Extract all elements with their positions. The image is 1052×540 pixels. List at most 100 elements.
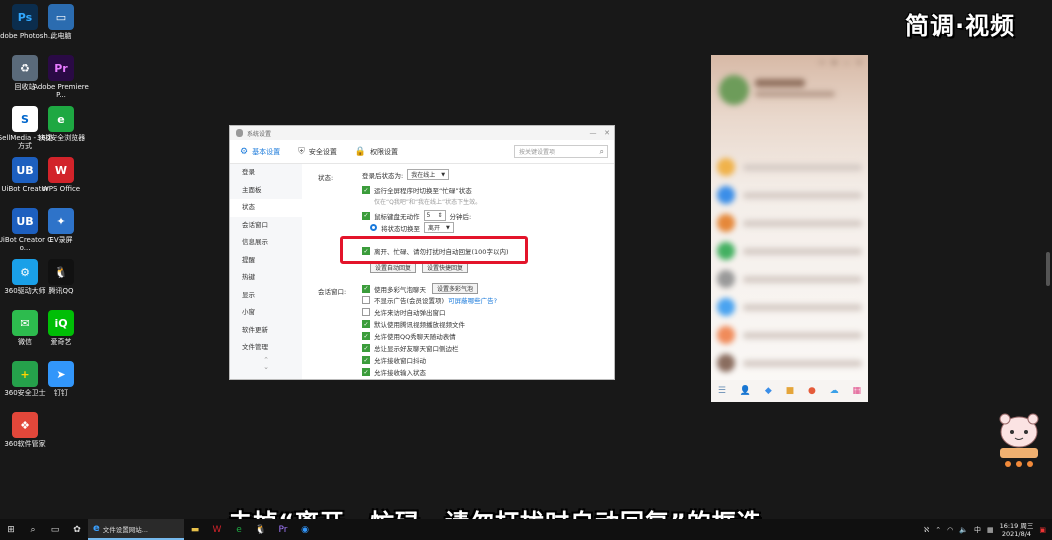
mail-icon[interactable]: ✉ [831,59,837,67]
chat-option-row[interactable]: ✓ 允许接收输入状态 [362,367,600,377]
desktop-icon-label: WPS Office [41,185,81,193]
chat-option-row[interactable]: ✓ 总让显示好友聊天窗口侧边栏 [362,343,600,353]
sidebar-item[interactable]: 会话窗口 [230,217,302,235]
minimize-button[interactable]: — [586,129,600,137]
app-icon[interactable]: ◆ [765,386,772,396]
apps-grid-icon[interactable]: ▦ [852,386,861,396]
file-icon[interactable]: ■ [786,386,795,396]
desktop-icon[interactable]: e 360安全浏览器 [37,106,85,142]
sidebar-item[interactable]: 信息展示 [230,234,302,252]
list-item[interactable] [717,351,862,375]
qq-main-panel[interactable]: ✂ ✉ — ✕ ☰ 👤 ◆ ■ ● ☁ ▦ [711,55,868,402]
chevron-down-icon[interactable]: ⌄ [230,363,302,371]
chat-option-row[interactable]: ✓ 使用多彩气泡聊天 设置多彩气泡 [362,283,600,294]
desktop-icon[interactable]: ✦ EV录屏 [38,208,84,244]
desktop-icon[interactable]: ▭ 此电脑 [38,4,84,40]
chat-option-row[interactable]: ✓ 默认使用腾讯视频播放视频文件 [362,319,600,329]
cloud-icon[interactable]: ☁ [830,386,839,396]
folder-icon[interactable]: ▬ [184,519,206,540]
fan-icon[interactable]: ✿ [66,519,88,540]
sidebar-item[interactable]: 热键 [230,269,302,287]
sidebar-item[interactable]: 显示 [230,287,302,305]
switch-status-radio[interactable] [370,224,377,231]
desktop-icon[interactable]: ➤ 钉钉 [38,361,84,397]
chat-option-row[interactable]: ✓ 允许使用QQ秀聊天随动表情 [362,331,600,341]
desktop-icon[interactable]: 🐧 腾讯QQ [38,259,84,295]
wps-icon[interactable]: W [206,519,228,540]
chat-option-checkbox[interactable] [362,308,370,316]
switch-status-select[interactable]: 离开 ▼ [424,222,454,233]
game-icon[interactable]: ● [808,386,816,396]
fullscreen-busy-checkbox[interactable]: ✓ [362,186,370,194]
desktop-icon[interactable]: Pr Adobe Premiere P... [33,55,89,99]
taskbar-app-ie[interactable]: e 文件设置网站... [88,519,184,540]
grid-icon[interactable]: ▦ [987,526,994,534]
chat-option-checkbox[interactable]: ✓ [362,344,370,352]
ime-indicator[interactable]: 中 [974,525,981,535]
list-item[interactable] [717,267,862,291]
set-bubble-button[interactable]: 设置多彩气泡 [432,283,479,294]
chat-option-row[interactable]: ✓ 允许接收窗口抖动 [362,355,600,365]
window-titlebar[interactable]: 系统设置 — ✕ [230,126,614,140]
chat-option-row[interactable]: 允许来访时自动弹出窗口 [362,307,600,317]
add-friend-icon[interactable]: 👤 [740,386,751,396]
sidebar-item[interactable]: 提醒 [230,252,302,270]
search-icon[interactable]: ⌕ [22,519,44,540]
windows-start-icon[interactable]: ⊞ [0,519,22,540]
notification-icon[interactable]: ▣ [1039,526,1046,534]
list-item[interactable] [717,183,862,207]
switch-status-row[interactable]: 将状态切换至 离开 ▼ [370,222,600,233]
network-icon[interactable]: ℵ [924,526,929,534]
tab-permission[interactable]: 🔒 权限设置 [355,147,398,157]
list-item[interactable] [717,211,862,235]
qq-taskbar-icon[interactable]: 🐧 [250,519,272,540]
tab-security[interactable]: ⛨ 安全设置 [298,147,337,157]
chat-option-label: 允许接收输入状态 [374,369,426,377]
app-icon[interactable]: ◉ [294,519,316,540]
wifi-icon[interactable]: ◠ [947,526,953,534]
chat-option-checkbox[interactable]: ✓ [362,368,370,376]
idle-checkbox[interactable]: ✓ [362,211,370,220]
sidebar-item[interactable]: 软件更新 [230,322,302,340]
login-status-select[interactable]: 我在线上 ▼ [407,169,450,180]
app-icon: ▭ [48,4,74,30]
chat-option-row[interactable]: 不显示广告(会员设置项) 可屏蔽哪些广告? [362,295,600,305]
chat-option-checkbox[interactable]: ✓ [362,320,370,328]
sidebar-item[interactable]: 文件管理 [230,339,302,357]
idle-row[interactable]: ✓ 鼠标键盘无动作 5 ⇕ 分钟后: [362,210,600,221]
volume-icon[interactable]: 🔈 [959,526,968,534]
chat-option-checkbox[interactable]: ✓ [362,356,370,364]
tab-basic[interactable]: ⚙ 基本设置 [240,147,280,157]
browser-icon[interactable]: e [228,519,250,540]
skin-icon[interactable]: ✂ [819,59,825,67]
desktop-icon[interactable]: ❖ 360软件管家 [2,412,48,448]
list-item[interactable] [717,295,862,319]
fullscreen-busy-row[interactable]: ✓ 运行全屏程序时切换至“忙碌”状态 [362,185,600,195]
avatar[interactable] [719,75,749,105]
sidebar-item[interactable]: 状态 [230,199,302,217]
sidebar-item[interactable]: 主面板 [230,182,302,200]
chevron-up-icon[interactable]: ⌃ [935,526,941,534]
chat-option-checkbox[interactable] [362,296,370,304]
menu-icon[interactable]: ☰ [718,386,726,396]
sidebar-item[interactable]: 登录 [230,164,302,182]
chat-option-checkbox[interactable]: ✓ [362,284,370,293]
clock[interactable]: 16:19 周三 2021/8/4 [1000,522,1034,538]
close-button[interactable]: ✕ [856,59,862,67]
task-view-icon[interactable]: ▭ [44,519,66,540]
ad-info-link[interactable]: 可屏蔽哪些广告? [448,295,497,305]
premiere-icon[interactable]: Pr [272,519,294,540]
status-section-label: 状态: [318,174,334,182]
idle-minutes-stepper[interactable]: 5 ⇕ [423,210,446,221]
desktop-icon[interactable]: iQ 爱奇艺 [38,310,84,346]
minimize-button[interactable]: — [843,59,850,67]
list-item[interactable] [717,323,862,347]
desktop-icon[interactable]: W WPS Office [38,157,84,193]
chat-option-checkbox[interactable]: ✓ [362,332,370,340]
list-item[interactable] [717,239,862,263]
sidebar-item[interactable]: 小窗 [230,304,302,322]
settings-search-input[interactable]: 按关键设置项 ⌕ [514,145,608,158]
list-item[interactable] [717,155,862,179]
scroll-handle[interactable] [1046,252,1050,286]
close-button[interactable]: ✕ [600,129,614,137]
